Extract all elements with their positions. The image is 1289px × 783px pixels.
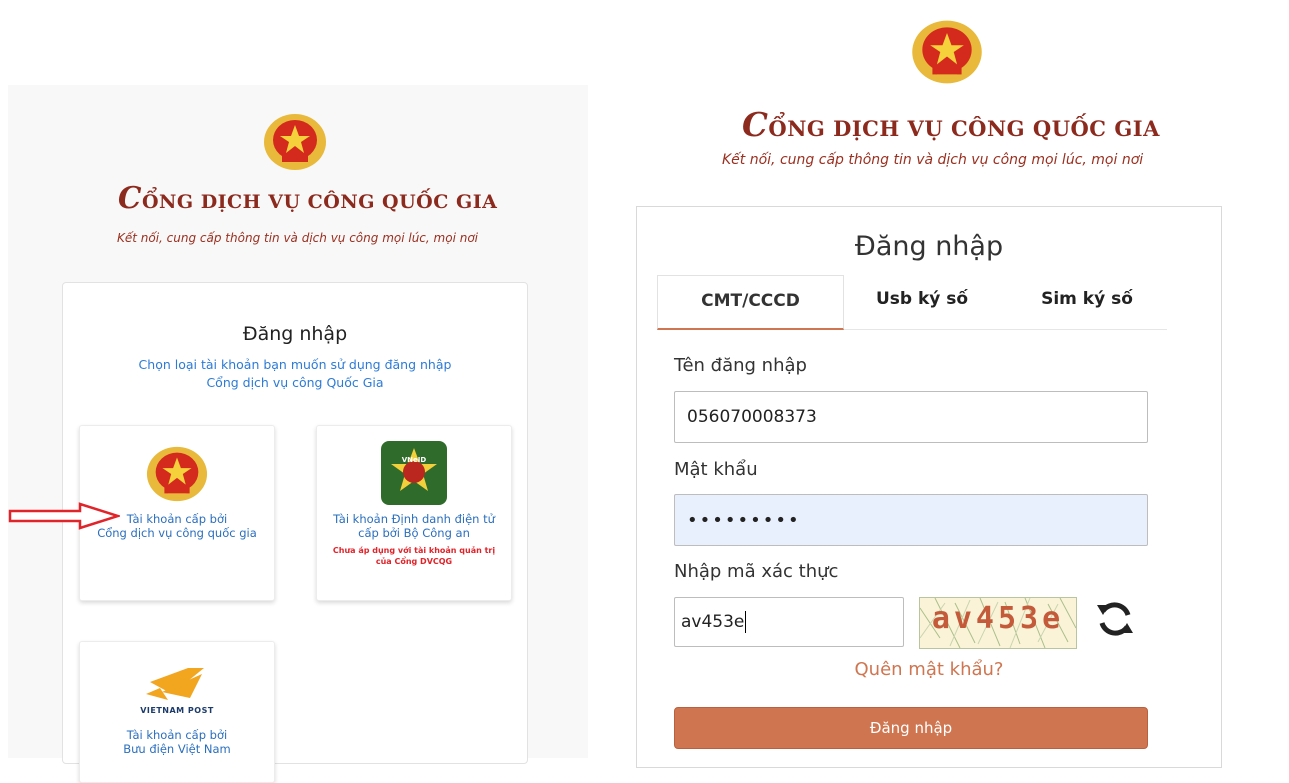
captcha-text: av453e <box>931 601 1065 636</box>
account-type-subtitle: Chọn loại tài khoản bạn muốn sử dụng đăn… <box>63 356 527 392</box>
brand-tagline: Kết nối, cung cấp thông tin và dịch vụ c… <box>117 231 478 245</box>
username-label: Tên đăng nhập <box>674 355 807 376</box>
username-value: 056070008373 <box>687 407 817 427</box>
vietnam-post-logo-icon <box>146 668 204 700</box>
pointer-arrow-icon <box>8 502 120 530</box>
option-vneid-line2: cấp bởi Bộ Công an <box>358 526 470 540</box>
refresh-captcha-icon[interactable] <box>1095 599 1135 639</box>
option-vietnam-post-label: Tài khoản cấp bởi Bưu điện Việt Nam <box>80 728 274 756</box>
account-type-title: Đăng nhập <box>242 323 348 345</box>
brand-title-rest: ỔNG DỊCH VỤ CÔNG QUỐC GIA <box>141 191 498 213</box>
option-vneid-label: Tài khoản Định danh điện tử cấp bởi Bộ C… <box>317 512 511 540</box>
username-input[interactable]: 056070008373 <box>674 391 1148 443</box>
brand-title-initial: C <box>118 180 142 215</box>
vneid-logo-icon: VNeID <box>381 441 447 505</box>
brand-title: CỔNG DỊCH VỤ CÔNG QUỐC GIA <box>118 180 497 215</box>
captcha-input-value: av453e <box>681 612 745 632</box>
text-cursor <box>745 611 747 633</box>
password-label: Mật khẩu <box>674 459 758 480</box>
account-type-subtitle-line1: Chọn loại tài khoản bạn muốn sử dụng đăn… <box>138 357 452 372</box>
brand-title: CỔNG DỊCH VỤ CÔNG QUỐC GIA <box>742 105 1160 144</box>
brand-title-initial: C <box>742 105 769 144</box>
vneid-badge-text: VNeID <box>402 456 427 464</box>
tab-usb-ky-so[interactable]: Usb ký số <box>847 272 997 326</box>
account-type-subtitle-line2: Cổng dịch vụ công Quốc Gia <box>206 375 384 390</box>
option-vneid-warning: Chưa áp dụng với tài khoản quản trị của … <box>317 545 511 567</box>
option-vneid-account[interactable]: VNeID Tài khoản Định danh điện tử cấp bở… <box>316 425 512 601</box>
option-vneid-warning-line2: của Cổng DVCQG <box>375 557 453 566</box>
national-emblem-icon <box>264 114 326 170</box>
tab-cmt-cccd[interactable]: CMT/CCCD <box>657 275 844 330</box>
password-value: ••••••••• <box>687 509 801 531</box>
login-card: Đăng nhập CMT/CCCD Usb ký số Sim ký số T… <box>636 206 1222 768</box>
brand-tagline: Kết nối, cung cấp thông tin và dịch vụ c… <box>722 152 1144 168</box>
option-vneid-warning-line1: Chưa áp dụng với tài khoản quản trị <box>332 546 496 555</box>
account-type-card: Đăng nhập Chọn loại tài khoản bạn muốn s… <box>62 282 528 783</box>
national-emblem-icon <box>912 20 982 84</box>
captcha-input[interactable]: av453e <box>674 597 904 647</box>
captcha-image: av453e <box>919 597 1077 649</box>
login-method-tabs: CMT/CCCD Usb ký số Sim ký số <box>657 275 1167 330</box>
login-submit-button[interactable]: Đăng nhập <box>674 707 1148 749</box>
login-title: Đăng nhập <box>854 231 1004 262</box>
national-emblem-icon <box>146 446 208 502</box>
password-input[interactable]: ••••••••• <box>674 494 1148 546</box>
captcha-label: Nhập mã xác thực <box>674 561 839 582</box>
forgot-password-link[interactable]: Quên mật khẩu? <box>637 659 1221 680</box>
option-vietnam-post-line1: Tài khoản cấp bởi <box>126 728 228 742</box>
option-vneid-line1: Tài khoản Định danh điện tử <box>333 512 495 526</box>
option-vietnam-post-line2: Bưu điện Việt Nam <box>123 742 231 756</box>
vietnam-post-logo-text: VIETNAM POST <box>140 706 214 715</box>
tab-sim-ky-so[interactable]: Sim ký số <box>1007 272 1167 326</box>
option-vietnam-post-account[interactable]: VIETNAM POST Tài khoản cấp bởi Bưu điện … <box>79 641 275 783</box>
brand-title-rest: ỔNG DỊCH VỤ CÔNG QUỐC GIA <box>768 116 1160 141</box>
